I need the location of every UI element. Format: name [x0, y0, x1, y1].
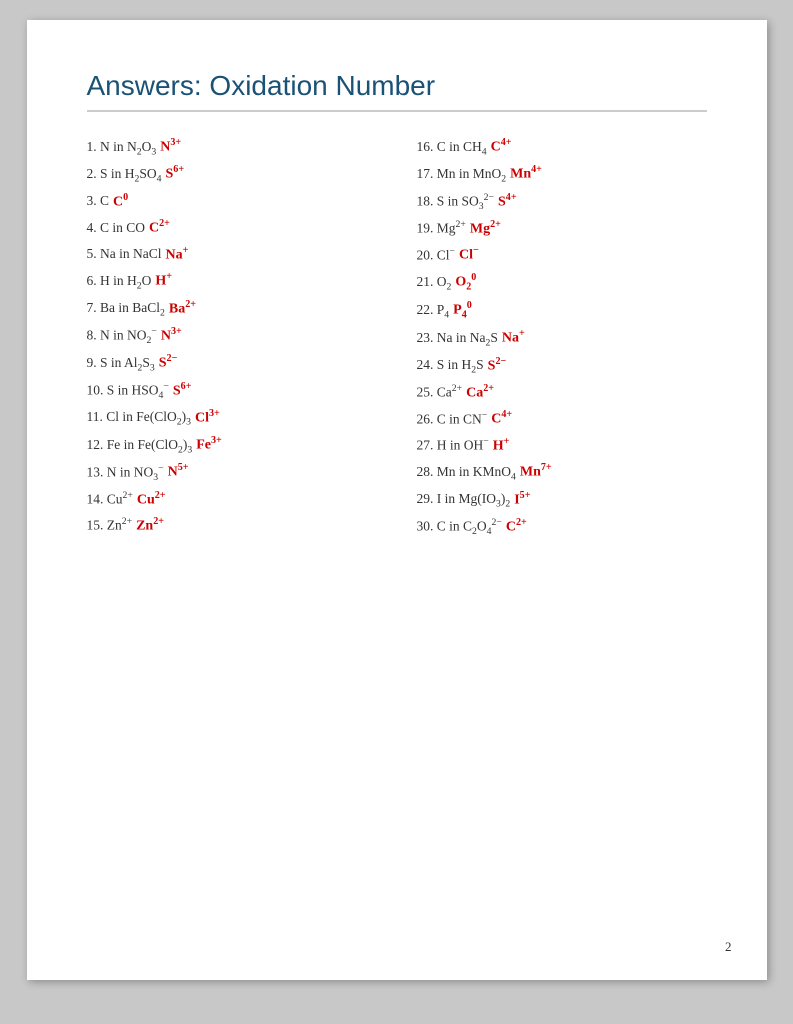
answer-26: 26. C in CN− C4+: [417, 406, 707, 433]
answer-12: 12. Fe in Fe(ClO2)3 Fe3+: [87, 432, 377, 459]
answer-2: 2. S in H2SO4 S6+: [87, 161, 377, 188]
answer-3: 3. C C0: [87, 189, 377, 216]
answer-27: 27. H in OH− H+: [417, 433, 707, 460]
answers-grid: 1. N in N2O3 N3+ 2. S in H2SO4 S6+ 3. C …: [87, 134, 707, 541]
answer-20: 20. Cl− Cl−: [417, 242, 707, 269]
page: Answers: Oxidation Number 1. N in N2O3 N…: [27, 20, 767, 980]
answer-16: 16. C in CH4 C4+: [417, 134, 707, 161]
answer-22: 22. P4 P40: [417, 297, 707, 325]
answer-14: 14. Cu2+ Cu2+: [87, 487, 377, 514]
answer-28: 28. Mn in KMnO4 Mn7+: [417, 459, 707, 486]
right-column: 16. C in CH4 C4+ 17. Mn in MnO2 Mn4+ 18.…: [417, 134, 707, 541]
answer-25: 25. Ca2+ Ca2+: [417, 380, 707, 407]
answer-17: 17. Mn in MnO2 Mn4+: [417, 161, 707, 188]
answer-1: 1. N in N2O3 N3+: [87, 134, 377, 161]
answer-18: 18. S in SO32− S4+: [417, 189, 707, 216]
answer-24: 24. S in H2S S2−: [417, 353, 707, 380]
answer-8: 8. N in NO2− N3+: [87, 323, 377, 350]
left-column: 1. N in N2O3 N3+ 2. S in H2SO4 S6+ 3. C …: [87, 134, 377, 541]
answer-13: 13. N in NO3− N5+: [87, 459, 377, 486]
answer-7: 7. Ba in BaCl2 Ba2+: [87, 296, 377, 323]
answer-11: 11. Cl in Fe(ClO2)3 Cl3+: [87, 405, 377, 432]
answer-21: 21. O2 O20: [417, 269, 707, 297]
answer-4: 4. C in CO C2+: [87, 215, 377, 242]
page-title: Answers: Oxidation Number: [87, 70, 707, 102]
page-number: 2: [725, 939, 732, 955]
answer-23: 23. Na in Na2S Na+: [417, 325, 707, 352]
answer-19: 19. Mg2+ Mg2+: [417, 216, 707, 243]
answer-30: 30. C in C2O42− C2+: [417, 514, 707, 541]
title-divider: [87, 110, 707, 112]
answer-10: 10. S in HSO4− S6+: [87, 378, 377, 405]
answer-6: 6. H in H2O H+: [87, 268, 377, 295]
answer-15: 15. Zn2+ Zn2+: [87, 513, 377, 540]
answer-29: 29. I in Mg(IO3)2 I5+: [417, 487, 707, 514]
answer-5: 5. Na in NaCl Na+: [87, 242, 377, 269]
answer-9: 9. S in Al2S3 S2−: [87, 350, 377, 377]
